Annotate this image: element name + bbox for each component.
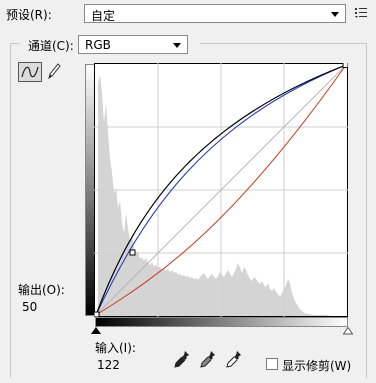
group-border-top-left [10, 43, 20, 44]
output-value[interactable]: 50 [22, 300, 37, 314]
list-options-icon[interactable] [354, 6, 370, 20]
group-border-left [10, 43, 11, 378]
show-clipping-label: 显示修剪(W) [282, 359, 352, 373]
black-point-slider[interactable] [91, 327, 101, 335]
white-point-slider[interactable] [343, 327, 353, 335]
channel-value: RGB [85, 38, 111, 52]
curve-endpoint-white[interactable] [342, 63, 348, 68]
group-border-right [366, 43, 367, 378]
preset-label: 预设(R): [6, 8, 52, 22]
curves-graph[interactable] [94, 63, 348, 317]
pencil-tool-button[interactable] [46, 62, 62, 82]
gray-point-eyedropper-icon[interactable] [200, 350, 216, 368]
black-point-eyedropper-icon[interactable] [174, 350, 190, 368]
input-label: 输入(I): [95, 341, 136, 355]
channel-select[interactable]: RGB [78, 35, 188, 54]
curve-tool-icon [21, 66, 39, 78]
curve-tool-button[interactable] [18, 62, 42, 82]
output-label: 输出(O): [18, 283, 65, 297]
preset-select[interactable]: 自定 [84, 4, 346, 23]
preset-value: 自定 [91, 9, 116, 23]
chevron-down-icon [331, 12, 339, 17]
curve-control-point[interactable] [129, 249, 136, 256]
chevron-down-icon [173, 43, 181, 48]
input-gradient-bar [95, 317, 348, 327]
pencil-tool-icon [48, 63, 61, 80]
input-value[interactable]: 122 [97, 358, 120, 372]
group-border-top-right [200, 43, 366, 44]
channel-label: 通道(C): [28, 39, 74, 53]
white-point-eyedropper-icon[interactable] [226, 350, 242, 368]
show-clipping-checkbox[interactable] [266, 358, 278, 370]
